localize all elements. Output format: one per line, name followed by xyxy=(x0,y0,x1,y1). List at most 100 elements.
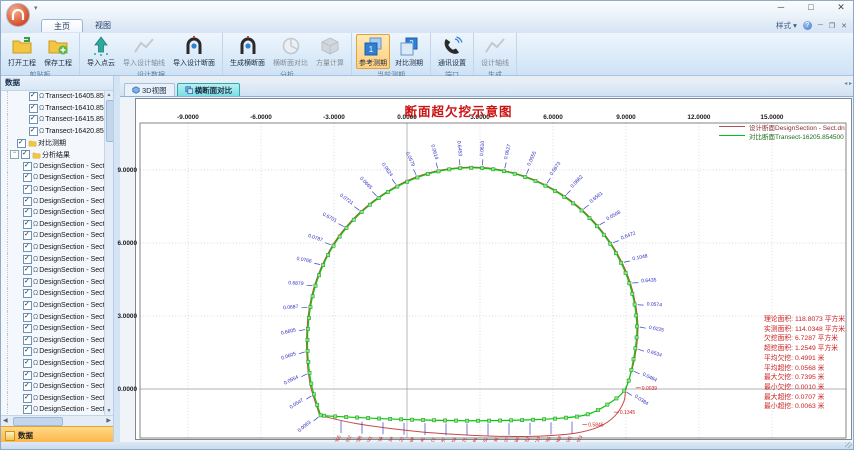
scroll-right-icon[interactable]: ▶ xyxy=(106,417,111,425)
close-button[interactable]: ✕ xyxy=(833,2,849,13)
tree-checkbox[interactable]: ✓ xyxy=(23,278,32,287)
tree-checkbox[interactable]: ✓ xyxy=(17,139,26,148)
tree-checkbox[interactable]: ✓ xyxy=(23,289,32,298)
ribbon-restore-icon[interactable]: ❐ xyxy=(829,22,835,30)
scroll-thumb[interactable] xyxy=(106,100,113,142)
tree-checkbox[interactable]: ✓ xyxy=(29,127,38,136)
tree-item-design-section[interactable]: ✓ΩDesignSection - Sect xyxy=(1,277,113,289)
ribbon-tab-视图[interactable]: 视图 xyxy=(83,19,123,32)
tree-checkbox[interactable]: ✓ xyxy=(23,220,32,229)
tree-item-design-section[interactable]: ✓ΩDesignSection - Sect xyxy=(1,404,113,415)
tree-item-design-section[interactable]: ✓ΩDesignSection - Sect xyxy=(1,253,113,265)
tree-expander-icon[interactable]: − xyxy=(10,150,19,159)
tree-checkbox[interactable]: ✓ xyxy=(23,185,32,194)
tree-checkbox[interactable]: ✓ xyxy=(23,243,32,252)
ribbon-button-导入设计轴线[interactable]: 导入设计轴线 xyxy=(120,34,168,69)
tree-checkbox[interactable]: ✓ xyxy=(23,394,32,403)
tree-checkbox[interactable]: ✓ xyxy=(29,92,38,101)
ribbon-button-导入设计断面[interactable]: 导入设计断面 xyxy=(170,34,218,69)
scroll-up-icon[interactable]: ▲ xyxy=(105,91,113,99)
tree-item-design-section[interactable]: ✓ΩDesignSection - Sect xyxy=(1,195,113,207)
help-icon[interactable]: ? xyxy=(803,21,812,30)
tree-checkbox[interactable]: ✓ xyxy=(23,347,32,356)
ribbon-button-方量计算[interactable]: 方量计算 xyxy=(313,34,347,69)
scroll-left-icon[interactable]: ◀ xyxy=(3,417,8,425)
tree-checkbox[interactable]: ✓ xyxy=(23,173,32,182)
app-button[interactable] xyxy=(6,3,30,27)
tree-checkbox[interactable]: ✓ xyxy=(23,313,32,322)
deviation-label: 0.0627 xyxy=(503,144,513,161)
panel-nav-icons[interactable]: ◂ ▸ xyxy=(844,80,852,87)
tree-item-transect[interactable]: ✓ΩTransect-16420.85 xyxy=(1,126,113,138)
ribbon-button-保存工程[interactable]: 保存工程 xyxy=(41,34,75,69)
minimize-button[interactable]: ─ xyxy=(773,2,789,13)
tree-checkbox[interactable]: ✓ xyxy=(29,115,38,124)
ribbon-tab-主页[interactable]: 主页 xyxy=(41,19,83,32)
tree-checkbox[interactable]: ✓ xyxy=(23,382,32,391)
tree-checkbox[interactable]: ✓ xyxy=(23,255,32,264)
tree-item-design-section[interactable]: ✓ΩDesignSection - Sect xyxy=(1,265,113,277)
tree-item-design-section[interactable]: ✓ΩDesignSection - Sect xyxy=(1,381,113,393)
section-icon: Ω xyxy=(33,348,38,355)
tree-item-transect[interactable]: ✓ΩTransect-16415.85 xyxy=(1,114,113,126)
tree-item-design-section[interactable]: ✓ΩDesignSection - Sect xyxy=(1,207,113,219)
tree-checkbox[interactable]: ✓ xyxy=(21,150,30,159)
tree-item-transect[interactable]: ✓ΩTransect-16410.85 xyxy=(1,103,113,115)
tree-item-transect[interactable]: ✓ΩTransect-16405.85 xyxy=(1,91,113,103)
section-chart[interactable]: -9.0000-6.0000-3.00000.00003.00006.00009… xyxy=(136,99,851,439)
ribbon-button-打开工程[interactable]: 打开工程 xyxy=(5,34,39,69)
view-tab-横断面对比[interactable]: 横断面对比 xyxy=(177,83,241,96)
tree-item-design-section[interactable]: ✓ΩDesignSection - Sect xyxy=(1,161,113,173)
tree-indent xyxy=(7,195,22,207)
ribbon-close-icon[interactable]: ✕ xyxy=(841,22,847,30)
tree-item-compare-epoch[interactable]: ✓对比测期 xyxy=(1,137,113,149)
tree-item-design-section[interactable]: ✓ΩDesignSection - Sect xyxy=(1,300,113,312)
tree-item-design-section[interactable]: ✓ΩDesignSection - Sect xyxy=(1,230,113,242)
tree-item-design-section[interactable]: ✓ΩDesignSection - Sect xyxy=(1,288,113,300)
tree-item-design-section[interactable]: ✓ΩDesignSection - Sect xyxy=(1,323,113,335)
scroll-down-icon[interactable]: ▼ xyxy=(105,407,113,415)
style-dropdown[interactable]: 样式 ▾ xyxy=(776,20,797,31)
tree-checkbox[interactable]: ✓ xyxy=(23,359,32,368)
app-menu-caret-icon[interactable]: ▾ xyxy=(34,4,38,12)
scroll-thumb[interactable] xyxy=(13,417,63,426)
tree-item-design-section[interactable]: ✓ΩDesignSection - Sect xyxy=(1,242,113,254)
tree-item-design-section[interactable]: ✓ΩDesignSection - Sect xyxy=(1,369,113,381)
tree-indent xyxy=(7,277,22,289)
tree-horizontal-scrollbar[interactable]: ◀ ▶ xyxy=(1,415,113,426)
view-tab-3D视图[interactable]: 3D视图 xyxy=(124,83,175,96)
ribbon-button-对比测期[interactable]: 2对比测期 xyxy=(392,34,426,69)
ribbon-button-横断面对比[interactable]: 横断面对比 xyxy=(270,34,311,69)
measure-point-marker xyxy=(606,403,609,406)
tree-item-design-section[interactable]: ✓ΩDesignSection - Sect xyxy=(1,334,113,346)
tree-checkbox[interactable]: ✓ xyxy=(29,104,38,113)
ribbon-button-导入点云[interactable]: 导入点云 xyxy=(84,34,118,69)
tree-checkbox[interactable]: ✓ xyxy=(23,301,32,310)
tree-item-design-section[interactable]: ✓ΩDesignSection - Sect xyxy=(1,219,113,231)
tree-checkbox[interactable]: ✓ xyxy=(23,266,32,275)
tree-item-design-section[interactable]: ✓ΩDesignSection - Sect xyxy=(1,311,113,323)
tree-item-design-section[interactable]: ✓ΩDesignSection - Sect xyxy=(1,172,113,184)
tree-checkbox[interactable]: ✓ xyxy=(23,208,32,217)
tree-checkbox[interactable]: ✓ xyxy=(23,336,32,345)
tree-checkbox[interactable]: ✓ xyxy=(23,371,32,380)
tree-item-analysis-results[interactable]: −✓分析结果 xyxy=(1,149,113,161)
tree-item-design-section[interactable]: ✓ΩDesignSection - Sect xyxy=(1,392,113,404)
ribbon-minimize-icon[interactable]: ─ xyxy=(818,22,823,29)
tree-item-design-section[interactable]: ✓ΩDesignSection - Sect xyxy=(1,346,113,358)
tree-checkbox[interactable]: ✓ xyxy=(23,405,32,414)
tree-item-design-section[interactable]: ✓ΩDesignSection - Sect xyxy=(1,184,113,196)
tree-checkbox[interactable]: ✓ xyxy=(23,324,32,333)
tree-checkbox[interactable]: ✓ xyxy=(23,162,32,171)
ribbon-button-设计轴线[interactable]: 设计轴线 xyxy=(478,34,512,69)
resize-grip-icon[interactable] xyxy=(845,442,852,448)
ribbon-button-生成横断面[interactable]: 生成横断面 xyxy=(227,34,268,69)
maximize-button[interactable]: □ xyxy=(803,2,819,13)
tree-checkbox[interactable]: ✓ xyxy=(23,197,32,206)
measure-point-marker xyxy=(389,417,392,420)
tree-item-design-section[interactable]: ✓ΩDesignSection - Sect xyxy=(1,358,113,370)
ribbon-button-参考测期[interactable]: 1参考测期 xyxy=(356,34,390,69)
tree-vertical-scrollbar[interactable]: ▲▼ xyxy=(104,91,113,415)
tree-checkbox[interactable]: ✓ xyxy=(23,231,32,240)
ribbon-button-通讯设置[interactable]: 通讯设置 xyxy=(435,34,469,69)
